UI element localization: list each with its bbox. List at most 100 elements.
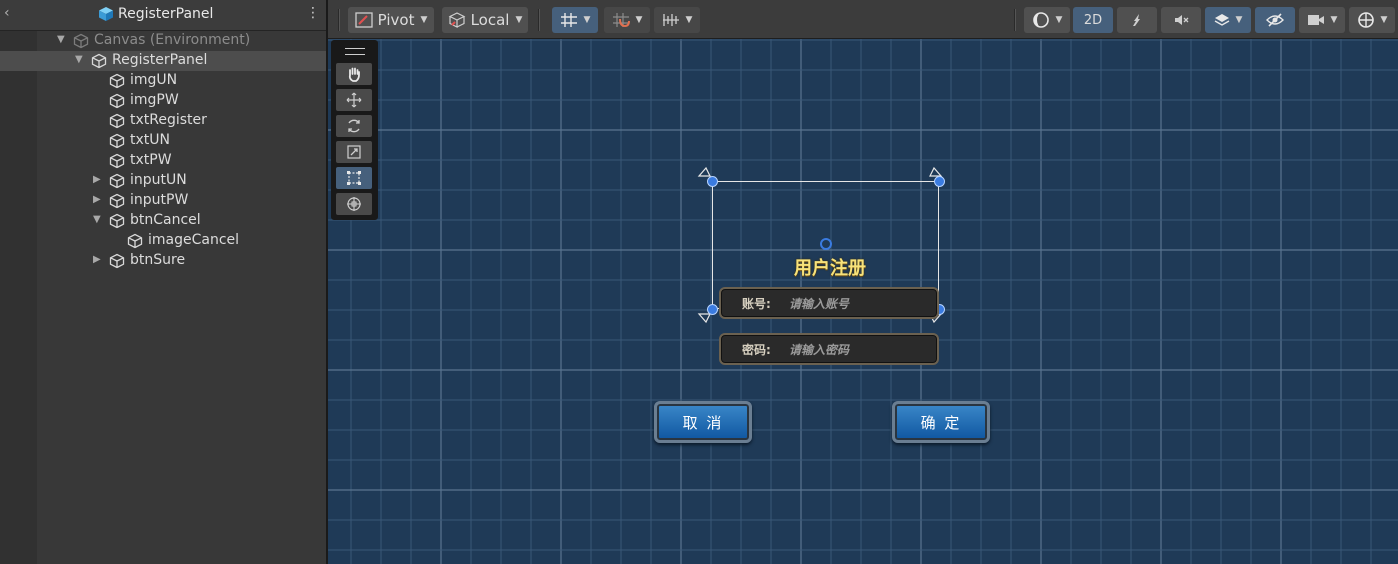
pivot-dropdown[interactable]: Pivot ▼ bbox=[348, 7, 434, 33]
chevron-down-icon: ▼ bbox=[515, 15, 523, 25]
rotate-tool-button[interactable] bbox=[336, 115, 372, 137]
prefab-cube-icon bbox=[99, 7, 113, 21]
gameobject-cube-icon bbox=[109, 153, 125, 173]
confirm-button-label: 确 定 bbox=[920, 413, 962, 432]
local-cube-icon bbox=[448, 12, 465, 28]
chevron-down-icon: ▼ bbox=[420, 15, 428, 25]
grid-snap-toggle[interactable]: ▼ bbox=[552, 7, 598, 33]
password-placeholder: 请输入密码 bbox=[789, 343, 850, 357]
lighting-toggle[interactable] bbox=[1117, 7, 1157, 33]
hierarchy-item[interactable]: ▶ inputPW bbox=[0, 191, 326, 211]
gameobject-cube-icon bbox=[109, 113, 125, 133]
layers-effects-icon bbox=[1214, 14, 1229, 26]
move-arrows-icon bbox=[346, 92, 362, 108]
gameobject-cube-icon bbox=[109, 193, 125, 213]
expand-arrow-right-icon[interactable]: ▶ bbox=[93, 174, 101, 185]
hierarchy-item-label: btnSure bbox=[130, 252, 186, 268]
hand-tool-button[interactable] bbox=[336, 63, 372, 85]
chevron-down-icon: ▼ bbox=[583, 15, 591, 25]
gameobject-cube-icon bbox=[91, 53, 107, 73]
confirm-button[interactable]: 确 定 bbox=[892, 401, 990, 443]
hierarchy-item[interactable]: ▶ inputUN bbox=[0, 171, 326, 191]
increment-snap-toggle[interactable]: ▼ bbox=[604, 7, 650, 33]
eye-slash-icon bbox=[1266, 13, 1284, 27]
register-title: 用户注册 bbox=[794, 258, 866, 279]
kebab-menu-icon[interactable]: ⋮ bbox=[306, 5, 320, 21]
resize-handle-top-right[interactable] bbox=[934, 176, 945, 187]
account-label: 账号: bbox=[742, 297, 771, 311]
hierarchy-item-label: imgUN bbox=[130, 72, 178, 88]
scale-icon bbox=[347, 145, 361, 159]
hierarchy-item[interactable]: ▼ Canvas (Environment) bbox=[0, 31, 326, 51]
audio-toggle[interactable] bbox=[1161, 7, 1201, 33]
hand-icon bbox=[348, 67, 360, 82]
effects-dropdown[interactable]: ▼ bbox=[1205, 7, 1251, 33]
chevron-left-icon[interactable]: ‹ bbox=[4, 5, 10, 21]
gizmo-globe-icon bbox=[1357, 12, 1374, 28]
speaker-muted-icon bbox=[1175, 15, 1189, 25]
resize-handle-bottom-left[interactable] bbox=[707, 304, 718, 315]
password-input[interactable]: 密码: 请输入密码 bbox=[719, 333, 939, 365]
move-tool-button[interactable] bbox=[336, 89, 372, 111]
shading-sphere-icon bbox=[1032, 12, 1049, 28]
expand-arrow-right-icon[interactable]: ▶ bbox=[93, 254, 101, 265]
hierarchy-item[interactable]: txtUN bbox=[0, 131, 326, 151]
toolbar-separator bbox=[338, 9, 340, 31]
cancel-button[interactable]: 取 消 bbox=[654, 401, 752, 443]
gameobject-cube-icon bbox=[109, 173, 125, 193]
hierarchy-item-label: inputPW bbox=[130, 192, 189, 208]
account-placeholder: 请输入账号 bbox=[789, 297, 850, 311]
hidden-objects-toggle[interactable] bbox=[1255, 7, 1295, 33]
lighting-icon bbox=[1133, 14, 1140, 26]
hierarchy-item-label: txtUN bbox=[130, 132, 170, 148]
account-input[interactable]: 账号: 请输入账号 bbox=[719, 287, 939, 319]
local-label: Local bbox=[470, 11, 510, 29]
scale-tool-button[interactable] bbox=[336, 141, 372, 163]
expand-arrow-right-icon[interactable]: ▶ bbox=[93, 194, 101, 205]
toolbar-separator bbox=[1014, 9, 1016, 31]
hierarchy-item[interactable]: imgPW bbox=[0, 91, 326, 111]
hierarchy-title: RegisterPanel bbox=[98, 6, 213, 22]
hierarchy-item[interactable]: imageCancel bbox=[0, 231, 326, 251]
toggle-2d-label: 2D bbox=[1083, 12, 1103, 28]
expand-arrow-down-icon[interactable]: ▼ bbox=[75, 54, 83, 65]
chevron-down-icon: ▼ bbox=[1380, 15, 1388, 25]
gameobject-cube-icon bbox=[73, 33, 89, 53]
gameobject-cube-icon bbox=[109, 73, 125, 93]
gizmos-dropdown[interactable]: ▼ bbox=[1349, 7, 1395, 33]
transform-tool-button[interactable] bbox=[336, 193, 372, 215]
hierarchy-item[interactable]: imgUN bbox=[0, 71, 326, 91]
gameobject-cube-icon bbox=[127, 233, 143, 253]
hierarchy-item[interactable]: ▼ btnCancel bbox=[0, 211, 326, 231]
hierarchy-item-label: inputUN bbox=[130, 172, 187, 188]
gameobject-cube-icon bbox=[109, 253, 125, 273]
rotate-icon bbox=[348, 119, 360, 133]
pivot-icon bbox=[354, 12, 373, 28]
hierarchy-item-label: imgPW bbox=[130, 92, 179, 108]
ruler-icon bbox=[662, 14, 679, 26]
tool-palette bbox=[331, 40, 378, 220]
transform-all-icon bbox=[347, 197, 361, 211]
expand-arrow-down-icon[interactable]: ▼ bbox=[57, 34, 65, 45]
resize-handle-top-left[interactable] bbox=[707, 176, 718, 187]
hierarchy-item[interactable]: ▶ btnSure bbox=[0, 251, 326, 271]
hierarchy-item-label: Canvas (Environment) bbox=[94, 32, 251, 48]
chevron-down-icon: ▼ bbox=[1055, 15, 1063, 25]
hierarchy-item[interactable]: txtPW bbox=[0, 151, 326, 171]
toggle-2d-button[interactable]: 2D bbox=[1073, 7, 1113, 33]
cancel-button-label: 取 消 bbox=[682, 413, 724, 432]
draw-mode-dropdown[interactable]: ▼ bbox=[1024, 7, 1070, 33]
palette-grip[interactable] bbox=[345, 48, 365, 55]
ruler-toggle[interactable]: ▼ bbox=[654, 7, 700, 33]
local-dropdown[interactable]: Local ▼ bbox=[442, 7, 528, 33]
expand-arrow-down-icon[interactable]: ▼ bbox=[93, 214, 101, 225]
hierarchy-item-label: txtRegister bbox=[130, 112, 207, 128]
pivot-label: Pivot bbox=[377, 11, 415, 29]
gameobject-cube-icon bbox=[109, 93, 125, 113]
camera-dropdown[interactable]: ▼ bbox=[1299, 7, 1345, 33]
rect-tool-button[interactable] bbox=[336, 167, 372, 189]
rect-transform-icon bbox=[347, 171, 361, 185]
hierarchy-panel: ‹ RegisterPanel ⋮ ▼ Canvas (Environment) ▼… bbox=[0, 0, 328, 564]
hierarchy-item[interactable]: ▼ RegisterPanel bbox=[0, 51, 326, 71]
hierarchy-item[interactable]: txtRegister bbox=[0, 111, 326, 131]
